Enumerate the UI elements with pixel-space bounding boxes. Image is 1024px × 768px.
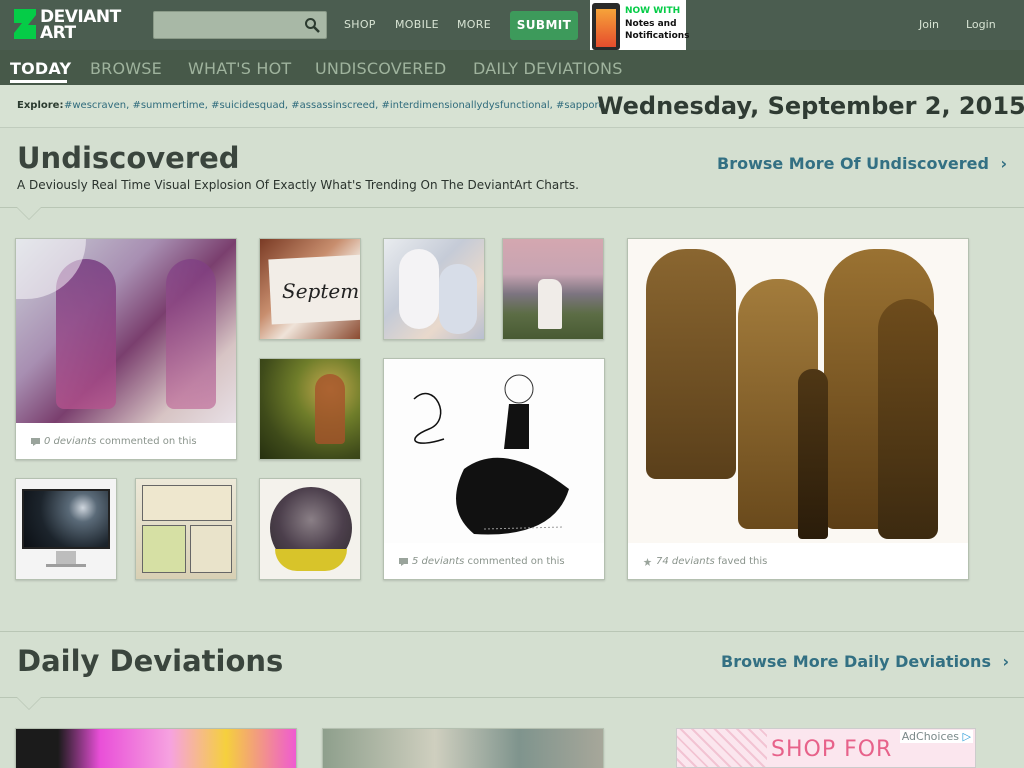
deviation-thumbnail[interactable] [383,238,485,340]
deviation-thumbnail[interactable]: 5 deviants commented on this [383,358,605,580]
phone-icon [592,3,620,50]
ad-pattern [677,729,767,767]
artwork-image [384,359,604,543]
daily-deviations-title: Daily Deviations [17,644,284,678]
promo-title: NOW WITH [625,6,681,16]
tab-browse[interactable]: BROWSE [90,59,162,78]
deviation-thumbnail[interactable] [15,478,117,580]
artwork-image [16,729,296,768]
deviation-thumbnail[interactable] [322,728,604,768]
search-icon[interactable] [304,17,320,33]
chevron-right-icon: › [1000,154,1008,173]
mobile-app-promo[interactable]: NOW WITH Notes and Notifications [590,0,690,50]
logo-text: DEVIANT ART [40,9,121,43]
deviantart-logo[interactable]: DEVIANT ART [14,7,134,43]
browse-more-label: Browse More Of Undiscovered [717,154,989,173]
active-tab-indicator [10,80,67,83]
promo-subtitle: Notes and Notifications [625,19,690,41]
thumbnail-caption: 0 deviants commented on this [16,423,236,459]
star-icon [643,558,652,566]
artwork-image: Septembe [260,239,360,339]
section-tabs: TODAY BROWSE WHAT'S HOT UNDISCOVERED DAI… [0,50,1024,85]
artwork-image [384,239,484,339]
artwork-image [260,359,360,459]
tab-undiscovered[interactable]: UNDISCOVERED [315,59,446,78]
tag-link[interactable]: #summertime [132,100,204,111]
undiscovered-title: Undiscovered [17,141,240,175]
logo-text-line2: ART [40,23,76,43]
tag-link[interactable]: #wescraven [64,100,126,111]
login-link[interactable]: Login [966,18,996,31]
adchoices-link[interactable]: AdChoices ▷ [899,730,973,743]
deviation-thumbnail[interactable] [259,358,361,460]
nav-shop[interactable]: SHOP [344,18,376,31]
phone-screen [596,9,616,47]
deviation-thumbnail[interactable] [15,728,297,768]
tag-link[interactable]: #suicidesquad [211,100,285,111]
deviation-thumbnail[interactable] [259,478,361,580]
artwork-image [16,239,236,423]
thumbnail-caption: 74 deviants faved this [628,543,968,579]
caption-count[interactable]: 0 deviants [44,436,96,447]
tag-link[interactable]: #interdimensionallydysfunctional [381,100,549,111]
caption-count[interactable]: 5 deviants [412,556,464,567]
divider-notch-fill [17,697,41,709]
ink-sketch [413,374,569,535]
explore-label: Explore: [17,100,64,111]
browse-more-daily-deviations-link[interactable]: Browse More Daily Deviations › [721,652,1009,671]
tag-link[interactable]: #assassinscreed [291,100,375,111]
caption-count[interactable]: 74 deviants [656,556,715,567]
artwork-image [323,729,603,768]
advertisement[interactable]: SHOP FOR AdChoices ▷ [676,728,976,768]
section-divider [0,631,1024,632]
artwork-image [136,479,236,579]
caption-suffix: commented on this [467,556,565,567]
undiscovered-description: A Deviously Real Time Visual Explosion O… [17,178,579,192]
comment-icon [31,438,40,446]
caption-suffix: faved this [717,556,768,567]
comment-icon [399,558,408,566]
adchoices-icon: ▷ [962,730,971,743]
section-divider [0,207,1024,208]
deviation-thumbnail[interactable]: 74 deviants faved this [627,238,969,580]
page-date: Wednesday, September 2, 2015 [597,92,1024,120]
tab-today[interactable]: TODAY [10,59,71,78]
thumbnail-caption: 5 deviants commented on this [384,543,604,579]
section-divider [0,697,1024,698]
submit-button[interactable]: SUBMIT [510,11,578,40]
tab-daily-deviations[interactable]: DAILY DEVIATIONS [473,59,623,78]
browse-more-label: Browse More Daily Deviations [721,652,991,671]
deviation-thumbnail[interactable]: 0 deviants commented on this [15,238,237,460]
join-link[interactable]: Join [919,18,939,31]
deviation-thumbnail[interactable]: Septembe [259,238,361,340]
adchoices-label: AdChoices [901,730,960,743]
artwork-image [260,479,360,579]
artwork-image [628,239,968,543]
chevron-right-icon: › [1002,652,1010,671]
artwork-image [503,239,603,339]
search-input[interactable] [153,11,327,39]
artwork-image [16,479,116,579]
browse-more-undiscovered-link[interactable]: Browse More Of Undiscovered › [717,154,1007,173]
explore-tags: #wescraven, #summertime, #suicidesquad, … [64,100,605,111]
nav-more[interactable]: MORE [457,18,491,31]
nav-mobile[interactable]: MOBILE [395,18,439,31]
deviantart-logo-icon [14,9,36,39]
ad-headline: SHOP FOR [771,737,893,762]
deviation-thumbnail[interactable] [135,478,237,580]
divider-notch-fill [17,207,41,219]
caption-suffix: commented on this [99,436,197,447]
tab-whats-hot[interactable]: WHAT'S HOT [188,59,291,78]
deviation-thumbnail[interactable] [502,238,604,340]
